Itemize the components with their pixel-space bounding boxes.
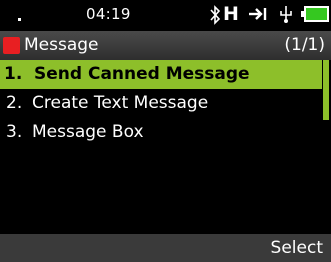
menu-item-number: 3.: [6, 122, 23, 142]
bluetooth-icon: [210, 5, 221, 25]
status-bar: 04:19 H: [0, 0, 331, 31]
menu-item-message-box[interactable]: 3. Message Box: [0, 118, 322, 147]
select-softkey[interactable]: Select: [271, 238, 323, 258]
call-divert-icon: [249, 8, 267, 20]
title-bar: Message (1/1): [0, 31, 331, 60]
menu-item-label: Message Box: [32, 122, 144, 142]
clock: 04:19: [86, 5, 131, 23]
scrollbar[interactable]: [323, 60, 329, 120]
menu-item-send-canned-message[interactable]: 1. Send Canned Message: [0, 60, 322, 89]
message-app-icon: [3, 37, 20, 54]
menu-item-create-text-message[interactable]: 2. Create Text Message: [0, 89, 322, 118]
usb-icon: [280, 6, 292, 23]
network-type-icon: H: [223, 3, 239, 25]
softkey-bar: Select: [0, 234, 331, 262]
menu-item-label: Send Canned Message: [34, 64, 250, 84]
battery-icon: [301, 6, 329, 22]
menu-item-number: 1.: [4, 64, 23, 84]
menu-item-label: Create Text Message: [32, 93, 209, 113]
page-indicator: (1/1): [284, 35, 325, 55]
screen-title: Message: [24, 35, 99, 55]
menu-item-number: 2.: [6, 93, 23, 113]
signal-icon: [18, 18, 21, 21]
